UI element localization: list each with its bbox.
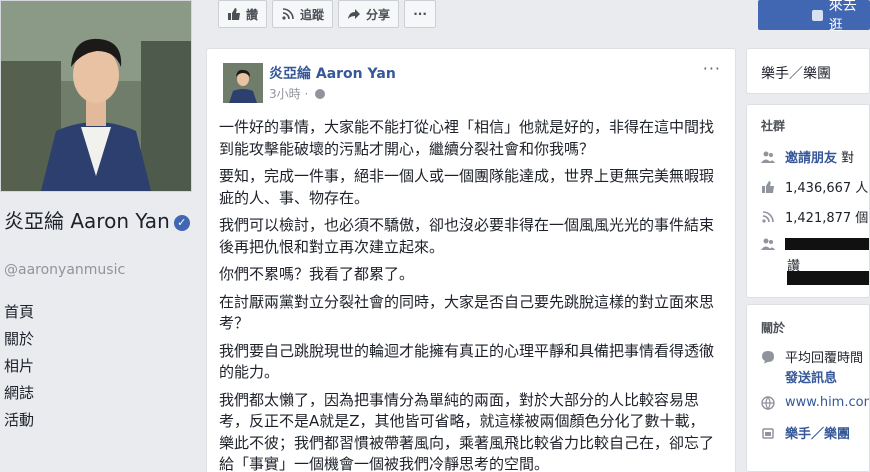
nav-item-events[interactable]: 活動: [4, 410, 34, 437]
post-options-menu[interactable]: ···: [703, 59, 721, 78]
community-title: 社群: [761, 119, 786, 133]
website-globe-icon: [761, 395, 775, 410]
invite-suffix: 對: [841, 151, 855, 166]
follows-count-row: 1,421,877 個: [761, 207, 868, 226]
nav-item-photos[interactable]: 相片: [4, 356, 34, 383]
friends-like-row: [761, 237, 869, 251]
profile-handle[interactable]: @aaronyanmusic: [4, 262, 125, 278]
follow-button[interactable]: 追蹤: [272, 0, 334, 28]
about-title: 關於: [761, 321, 786, 335]
nav-item-home[interactable]: 首頁: [4, 302, 34, 329]
people-icon: [761, 238, 775, 250]
post-paragraph: 我們可以檢討，也必須不驕傲，卻也沒必要非得在一個風風光光的事件結束後再把仇恨和對…: [219, 216, 715, 256]
thumbs-up-icon: [228, 8, 240, 20]
share-button[interactable]: 分享: [338, 0, 400, 28]
response-time-text: 平均回覆時間: [785, 351, 864, 366]
website-link[interactable]: www.him.com: [785, 395, 869, 410]
like-label: 讚: [246, 7, 259, 22]
redacted-names: [785, 238, 869, 250]
invite-friends-link[interactable]: 邀請朋友: [785, 151, 837, 166]
post-author-avatar[interactable]: [223, 63, 263, 103]
avatar-image: [223, 63, 263, 103]
follow-label: 追蹤: [300, 7, 325, 22]
shopping-bag-icon: [812, 9, 823, 21]
nav-item-notes[interactable]: 網誌: [4, 383, 34, 410]
profile-picture[interactable]: [0, 0, 192, 192]
left-column: 炎亞綸 Aaron Yan ✓ @aaronyanmusic 首頁 關於 相片 網…: [0, 0, 200, 472]
about-category-link[interactable]: 樂手／樂團: [785, 423, 850, 442]
website-row[interactable]: www.him.com: [761, 395, 869, 410]
category-card: 樂手／樂團: [746, 48, 870, 94]
messenger-icon: [762, 350, 774, 363]
globe-icon: [315, 89, 326, 99]
post-paragraph: 我們都太懶了，因為把事情分為單純的兩面，對於大部分的人比較容易思考，反正不是A就…: [219, 390, 715, 472]
shop-cta-label: 來去逛: [828, 0, 857, 34]
post-author-name[interactable]: 炎亞綸 Aaron Yan: [269, 63, 396, 83]
page-nav: 首頁 關於 相片 網誌 活動: [4, 302, 34, 437]
profile-name[interactable]: 炎亞綸 Aaron Yan ✓: [4, 208, 194, 234]
invite-friends-row[interactable]: 邀請朋友 對: [761, 147, 854, 166]
post-time-text: 3小時: [269, 87, 301, 101]
share-label: 分享: [366, 7, 391, 22]
category-flag-icon: [762, 427, 774, 439]
post-card: 炎亞綸 Aaron Yan 3小時 · ··· 一件好的事情，大家能不能打從心裡…: [206, 48, 736, 472]
community-card: 社群 邀請朋友 對 1,436,667 人 1,421,877 個 讚: [746, 104, 870, 298]
page-category[interactable]: 樂手／樂團: [761, 63, 831, 83]
shop-cta-button[interactable]: 來去逛: [758, 0, 870, 34]
verified-badge-icon: ✓: [173, 215, 190, 231]
like-button[interactable]: 讚: [218, 0, 268, 28]
redacted-avatars: [787, 271, 869, 285]
about-card: 關於 平均回覆時間 發送訊息 www.him.com 樂手／樂團: [746, 304, 870, 472]
follows-count: 1,421,877 個: [785, 211, 869, 226]
post-body: 一件好的事情，大家能不能打從心裡「相信」他就是好的，非得在這中間找到能攻擊能破壞…: [219, 117, 719, 472]
profile-name-text: 炎亞綸 Aaron Yan: [4, 209, 170, 233]
post-paragraph: 我們要自己跳脫現世的輪迴才能擁有真正的心理平靜和具備把事情看得透徹的能力。: [219, 341, 715, 382]
page-action-bar: 讚 追蹤 分享 ···: [218, 0, 462, 30]
post-paragraph: 要知，完成一件事，絕非一個人或一個團隊能達成，世界上更無完美無暇瑕疵的人、事、物…: [219, 167, 715, 207]
people-icon: [761, 151, 775, 163]
rss-icon: [282, 8, 294, 20]
share-arrow-icon: [348, 9, 361, 19]
send-message-link[interactable]: 發送訊息: [785, 367, 837, 386]
thumbs-up-icon: [762, 180, 774, 193]
post-paragraph: 一件好的事情，大家能不能打從心裡「相信」他就是好的，非得在這中間找到能攻擊能破壞…: [219, 118, 715, 158]
about-category-row[interactable]: 樂手／樂團: [761, 423, 850, 442]
likes-count: 1,436,667 人: [785, 181, 869, 196]
more-options-button[interactable]: ···: [404, 0, 437, 28]
profile-photo-image: [1, 1, 191, 191]
likes-count-row: 1,436,667 人: [761, 177, 868, 196]
post-paragraph: 你們不累嗎？我看了都累了。: [219, 265, 415, 283]
post-timestamp[interactable]: 3小時 ·: [269, 85, 326, 102]
response-time-row: 平均回覆時間: [761, 347, 863, 366]
rss-icon: [762, 210, 774, 223]
post-paragraph: 在討厭兩黨對立分裂社會的同時，大家是否自己要先跳脫這樣的對立面來思考？: [219, 292, 715, 333]
nav-item-about[interactable]: 關於: [4, 329, 34, 356]
